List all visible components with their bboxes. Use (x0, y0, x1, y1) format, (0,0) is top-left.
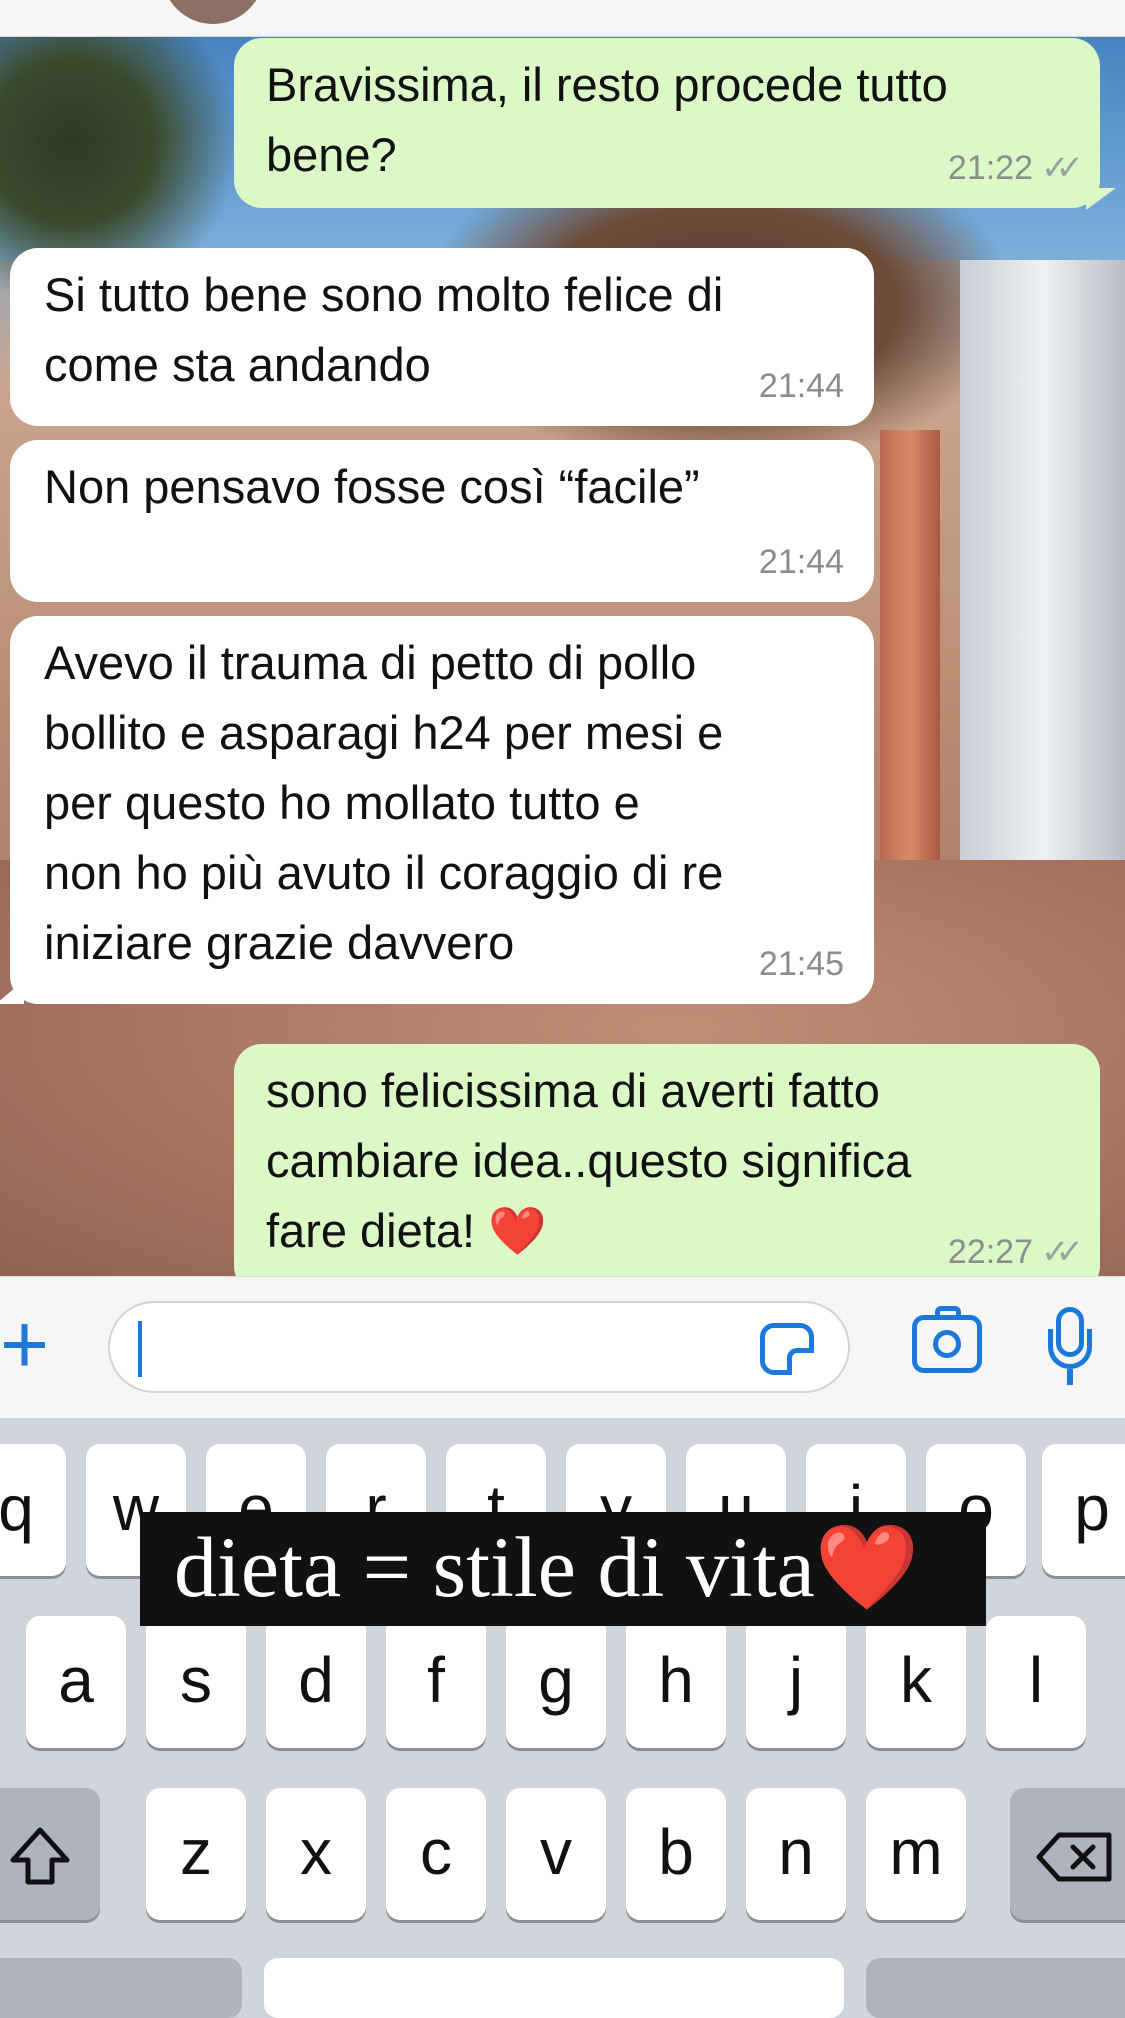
key-l[interactable]: l (986, 1616, 1086, 1748)
key-p[interactable]: p (1042, 1444, 1125, 1576)
bubble-tail (1086, 188, 1116, 210)
message-outgoing[interactable]: sono felicissima di averti fatto cambiar… (234, 1044, 1100, 1276)
key-x[interactable]: x (266, 1788, 366, 1920)
delete-key[interactable] (1010, 1788, 1125, 1920)
key-v[interactable]: v (506, 1788, 606, 1920)
overlay-text: dieta = stile di vita (174, 1519, 815, 1615)
message-time: 21:44 (758, 543, 844, 581)
message-meta: 21:22 ✓✓ (947, 148, 1084, 188)
message-incoming[interactable]: Non pensavo fosse così “facile” 21:44 (10, 440, 874, 602)
message-input[interactable] (108, 1301, 850, 1393)
key-s[interactable]: s (146, 1616, 246, 1748)
plus-icon[interactable]: + (0, 1302, 66, 1386)
return-key[interactable] (866, 1958, 1125, 2018)
shift-key[interactable] (0, 1788, 100, 1920)
read-ticks-icon: ✓✓ (1041, 149, 1084, 187)
key-g[interactable]: g (506, 1616, 606, 1748)
contact-avatar[interactable] (162, 0, 264, 24)
key-z[interactable]: z (146, 1788, 246, 1920)
key-j[interactable]: j (746, 1616, 846, 1748)
key-d[interactable]: d (266, 1616, 366, 1748)
key-n[interactable]: n (746, 1788, 846, 1920)
message-incoming[interactable]: Avevo il trauma di petto di pollo bollit… (0, 616, 874, 1004)
key-c[interactable]: c (386, 1788, 486, 1920)
message-outgoing[interactable]: Bravissima, il resto procede tutto bene?… (234, 38, 1116, 210)
key-b[interactable]: b (626, 1788, 726, 1920)
key-h[interactable]: h (626, 1616, 726, 1748)
message-text: Non pensavo fosse così “facile” (44, 460, 700, 513)
key-q[interactable]: q (0, 1444, 66, 1576)
message-time: 21:44 (758, 367, 844, 405)
message-time: 21:22 (947, 149, 1034, 187)
message-text: Avevo il trauma di petto di pollo bollit… (44, 636, 724, 969)
bubble-tail (0, 980, 24, 1004)
chat-area: Bravissima, il resto procede tutto bene?… (0, 0, 1125, 1276)
sticker-icon[interactable] (760, 1323, 814, 1375)
message-time: 21:45 (758, 945, 844, 983)
text-caret (138, 1321, 142, 1377)
key-k[interactable]: k (866, 1616, 966, 1748)
header-edge (0, 0, 1125, 37)
key-m[interactable]: m (866, 1788, 966, 1920)
message-input-bar: + (0, 1276, 1125, 1419)
microphone-icon[interactable] (1048, 1307, 1092, 1385)
key-a[interactable]: a (26, 1616, 126, 1748)
numbers-key[interactable] (0, 1958, 242, 2018)
message-meta: 22:27 ✓✓ (947, 1232, 1084, 1272)
story-text-overlay: dieta = stile di vita❤️ (140, 1512, 986, 1626)
camera-icon[interactable] (912, 1306, 982, 1373)
backspace-icon (1036, 1832, 1112, 1882)
heart-emoji: ❤️ (488, 1204, 547, 1257)
read-ticks-icon: ✓✓ (1041, 1233, 1084, 1271)
message-time: 22:27 (947, 1233, 1034, 1271)
key-f[interactable]: f (386, 1616, 486, 1748)
shift-icon (10, 1827, 70, 1885)
message-incoming[interactable]: Si tutto bene sono molto felice di come … (10, 248, 874, 426)
space-key[interactable] (264, 1958, 844, 2018)
keyboard: q w e r t y u i o p a s d f g h j k l z … (0, 1418, 1125, 2018)
message-text: Si tutto bene sono molto felice di come … (44, 268, 724, 391)
heart-emoji: ❤️ (814, 1522, 920, 1615)
